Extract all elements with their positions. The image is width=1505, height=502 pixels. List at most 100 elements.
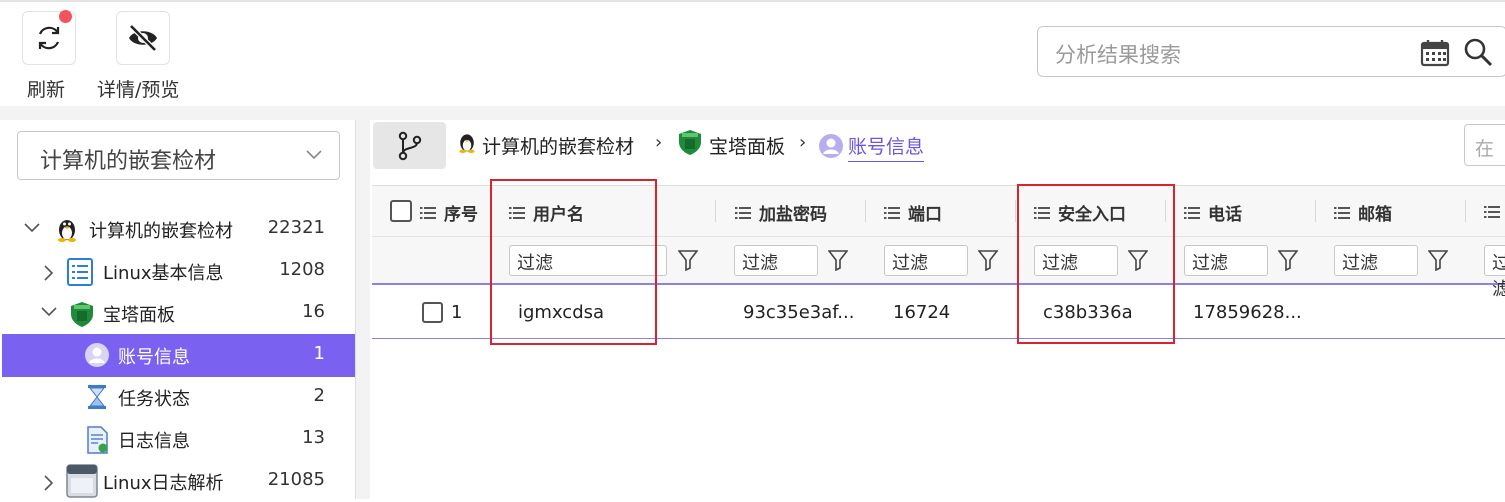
chevron-right-icon[interactable] [42, 473, 56, 493]
tree-count: 21085 [267, 469, 325, 490]
filter-icon[interactable] [678, 249, 698, 271]
column-search-placeholder: 在 [1475, 138, 1495, 160]
tree-node-linux-log-parse[interactable]: Linux日志解析 21085 [2, 460, 355, 502]
tree-label: Linux日志解析 [103, 473, 224, 494]
column-menu-icon[interactable] [1334, 206, 1350, 219]
column-title: 端口 [908, 205, 942, 225]
filter-icon[interactable] [1428, 249, 1448, 271]
breadcrumb-item-account-info[interactable]: 账号信息 [848, 132, 925, 162]
tree-node-linux-basic-info[interactable]: Linux基本信息 1208 [2, 250, 355, 292]
preview-label: 详情/预览 [97, 79, 180, 101]
column-menu-icon[interactable] [735, 206, 751, 219]
log-file-icon [87, 426, 108, 454]
column-header-salted-password[interactable]: 加盐密码 [735, 200, 827, 225]
column-header-index[interactable]: 序号 [420, 200, 478, 225]
column-menu-icon[interactable] [1484, 206, 1500, 218]
filter-input-next[interactable]: 过滤 [1484, 245, 1505, 300]
filter-placeholder: 过滤 [1192, 253, 1228, 274]
case-select[interactable]: 计算机的嵌套检材 [17, 131, 340, 180]
column-search-input[interactable]: 在 [1464, 124, 1505, 166]
git-branch-icon [398, 131, 421, 160]
select-all-checkbox[interactable] [390, 200, 412, 222]
tree-node-log-info[interactable]: 日志信息 13 [2, 418, 355, 460]
preview-toggle-button[interactable] [116, 11, 170, 65]
breadcrumb-item-baota[interactable]: 宝塔面板 [709, 132, 785, 159]
case-tree-panel: 计算机的嵌套检材 计算机的嵌套检材 22321 Linux基本信息 1208 宝… [0, 120, 356, 499]
chevron-right-icon: › [799, 132, 807, 153]
chevron-down-icon [306, 150, 322, 160]
search-placeholder: 分析结果搜索 [1055, 43, 1181, 67]
result-search-input[interactable]: 分析结果搜索 [1037, 26, 1505, 77]
tree-label: 宝塔面板 [103, 305, 175, 326]
column-divider[interactable] [865, 200, 866, 222]
search-icon[interactable] [1463, 37, 1493, 67]
log-box-icon [66, 464, 98, 498]
eye-off-icon [129, 24, 157, 52]
tree-node-account-info[interactable]: 账号信息 1 [2, 334, 355, 377]
notification-dot [59, 10, 72, 23]
baota-shield-icon [71, 302, 93, 327]
tree-label: 日志信息 [118, 431, 190, 452]
refresh-label: 刷新 [27, 79, 66, 101]
cell-phone: 17859628... [1193, 302, 1302, 323]
filter-input-phone[interactable]: 过滤 [1184, 245, 1268, 276]
tree-count: 16 [302, 301, 325, 322]
column-divider[interactable] [1315, 200, 1316, 222]
tree-count: 13 [302, 427, 325, 448]
filter-input-email[interactable]: 过滤 [1334, 245, 1418, 276]
filter-icon[interactable] [978, 249, 998, 271]
tree-label: 任务状态 [118, 389, 190, 410]
column-divider[interactable] [1015, 200, 1016, 222]
user-avatar-icon [85, 343, 109, 367]
column-title: 邮箱 [1358, 205, 1392, 225]
filter-placeholder: 过滤 [742, 253, 778, 274]
tree-count: 1208 [279, 259, 325, 280]
chevron-down-icon[interactable] [39, 305, 59, 319]
calendar-icon[interactable] [1420, 39, 1450, 67]
tree-count: 22321 [267, 217, 325, 238]
filter-icon[interactable] [1278, 249, 1298, 271]
baota-shield-icon [679, 130, 701, 155]
column-menu-icon[interactable] [420, 206, 436, 219]
highlight-box-username [490, 179, 657, 345]
refresh-button[interactable] [22, 10, 76, 65]
linux-penguin-icon [459, 134, 475, 153]
tree-label: Linux基本信息 [103, 263, 224, 284]
column-header-phone[interactable]: 电话 [1184, 200, 1242, 225]
list-document-icon [67, 258, 93, 286]
breadcrumb-item-case[interactable]: 计算机的嵌套检材 [482, 132, 634, 159]
filter-input-salted-password[interactable]: 过滤 [734, 245, 818, 276]
chevron-right-icon[interactable] [42, 263, 56, 283]
hourglass-icon [88, 385, 106, 409]
chevron-right-icon: › [655, 132, 663, 153]
chevron-down-icon[interactable] [22, 221, 42, 235]
column-header-port[interactable]: 端口 [884, 200, 942, 225]
tree-node-baota-panel[interactable]: 宝塔面板 16 [2, 292, 355, 334]
column-divider[interactable] [1465, 200, 1466, 222]
tree-node-case[interactable]: 计算机的嵌套检材 22321 [2, 208, 355, 250]
filter-icon[interactable] [828, 249, 848, 271]
panel-gutter [356, 120, 370, 499]
filter-input-port[interactable]: 过滤 [884, 245, 968, 276]
tree-node-task-status[interactable]: 任务状态 2 [2, 376, 355, 418]
refresh-icon [38, 26, 60, 50]
cell-salted-password: 93c35e3af... [743, 302, 855, 323]
column-header-email[interactable]: 邮箱 [1334, 200, 1392, 225]
highlight-box-security-entry [1017, 184, 1175, 344]
top-divider [0, 0, 1505, 2]
case-select-value: 计算机的嵌套检材 [40, 149, 217, 174]
toolbar-separator [0, 106, 1505, 120]
cell-index: 1 [451, 302, 463, 323]
breadcrumb: 计算机的嵌套检材 › 宝塔面板 › 账号信息 在 [370, 120, 1505, 172]
toolbar: 刷新 详情/预览 分析结果搜索 [0, 0, 1505, 106]
column-menu-icon[interactable] [884, 206, 900, 219]
user-avatar-icon [819, 134, 843, 158]
filter-placeholder: 过滤 [1342, 253, 1378, 274]
column-divider[interactable] [715, 200, 716, 222]
row-checkbox[interactable] [422, 302, 443, 323]
column-menu-icon[interactable] [1184, 206, 1200, 219]
cell-port: 16724 [893, 302, 951, 323]
filter-placeholder: 过滤 [892, 253, 928, 274]
branch-toggle-button[interactable] [373, 122, 446, 169]
tree-count: 1 [313, 343, 325, 364]
